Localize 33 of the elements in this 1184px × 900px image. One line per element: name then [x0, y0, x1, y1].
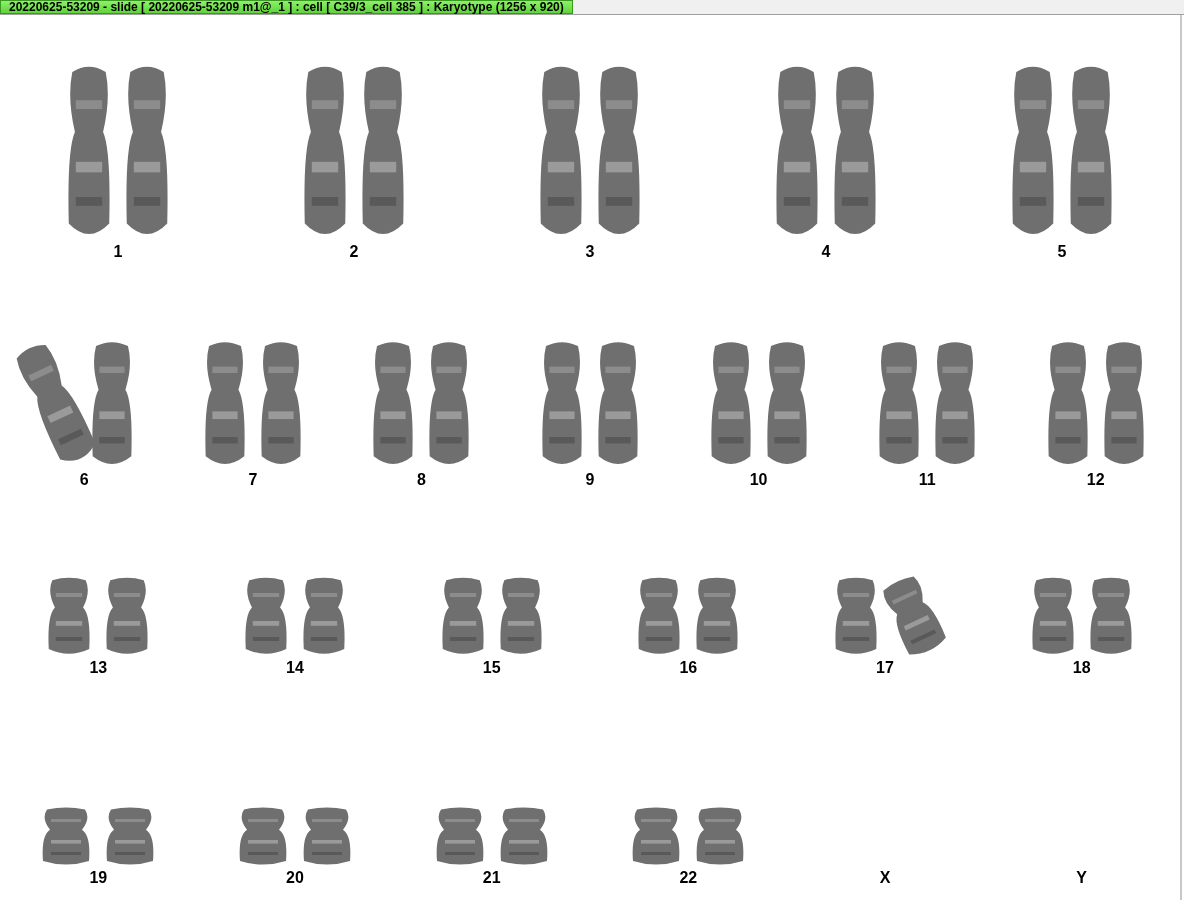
- chromosome-number: 16: [679, 659, 698, 677]
- chromosome-drawing: [631, 807, 682, 867]
- chromosome-drawing: [302, 807, 352, 867]
- chromosome-drawing: [434, 807, 485, 867]
- chromosome-drawing: [41, 807, 92, 867]
- chromosome-number: 2: [349, 243, 359, 261]
- chromosome-drawing: [695, 807, 746, 867]
- chromosome-drawing: [498, 807, 549, 867]
- chromosome-number: X: [879, 869, 891, 887]
- chromosome-number: 14: [286, 659, 304, 677]
- chromosome-number: 18: [1072, 659, 1091, 677]
- chromosome-number: 19: [89, 869, 108, 887]
- chromosome-number: 5: [1057, 243, 1067, 261]
- chromosome-number: 20: [286, 869, 304, 887]
- chromosome-number: 11: [918, 471, 936, 489]
- chromosome-number: 6: [79, 471, 89, 489]
- chromosome-number: 17: [876, 659, 894, 677]
- chromosome-drawing: [238, 807, 288, 867]
- chromosome-number: 9: [585, 471, 595, 489]
- window-title: 20220625-53209 - slide [ 20220625-53209 m1@_1 ] : cell [ C39/3_cell 385 ] : Karyotype (1256 x 920): [0, 0, 573, 14]
- chromosome-number: 8: [416, 471, 426, 489]
- chromosome-number: 7: [248, 471, 258, 489]
- chromosome-number: 22: [679, 869, 698, 887]
- chromosome-drawing: [105, 807, 156, 867]
- chromosome-number: 12: [1086, 471, 1105, 489]
- chromosome-number: 4: [821, 243, 831, 261]
- chromosome-number: Y: [1076, 869, 1087, 887]
- chromosome-number: 1: [113, 243, 123, 261]
- chromosome-number: 10: [749, 471, 768, 489]
- chromosome-number: 15: [482, 659, 501, 677]
- chromosome-number: 13: [89, 659, 108, 677]
- chromosome-number: 21: [482, 869, 501, 887]
- chromosome-number: 3: [585, 243, 595, 261]
